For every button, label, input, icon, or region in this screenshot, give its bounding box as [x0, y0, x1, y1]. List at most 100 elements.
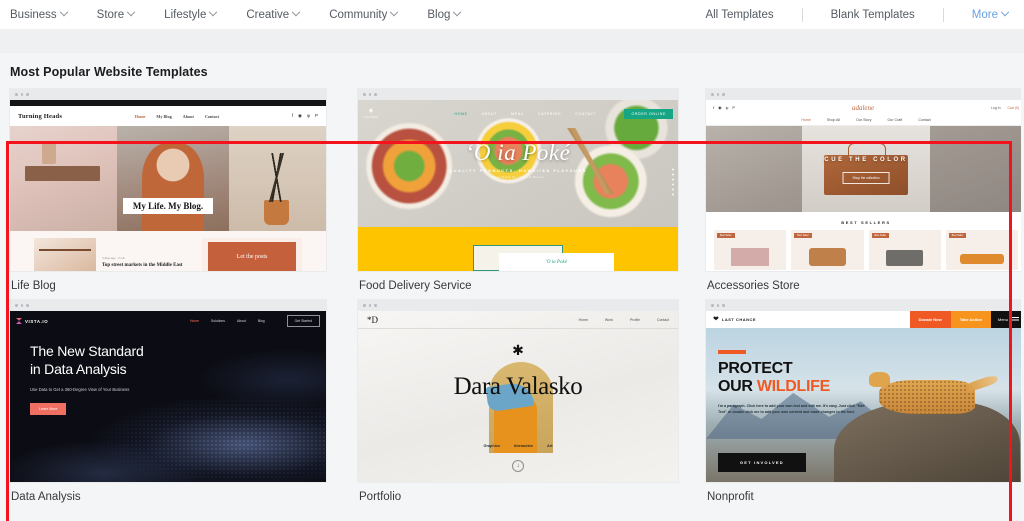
product-image	[808, 248, 847, 266]
site-menu-item: Home	[189, 319, 200, 323]
site-preview: ⚘ 'O IA POKÉ HOME ABOUT MENU CATERING CO…	[358, 100, 678, 271]
template-card-data-analysis[interactable]: VISTA.IO Home Solutions About Blog Get S…	[10, 300, 326, 503]
nav-item-business[interactable]: Business	[10, 7, 68, 21]
site-menu-item: Home	[801, 118, 811, 122]
template-card-portfolio[interactable]: *D Home Work Profile Contact ✱ Dara Vala…	[358, 300, 678, 503]
site-logo: Turning Heads	[18, 112, 63, 120]
site-preview: VISTA.IO Home Solutions About Blog Get S…	[10, 311, 326, 482]
site-menu: Home My Blog About Contact	[135, 114, 219, 119]
nav-item-more[interactable]: More	[972, 7, 1010, 21]
hero-subtitle: QUALITY PRODUCTS, HAWAIIAN FLAVOURS	[449, 169, 587, 173]
hamburger-icon	[1012, 317, 1019, 322]
chevron-down-icon	[291, 7, 301, 16]
site-menu-item: About	[236, 319, 246, 323]
hero-headline-line1: The New Standard	[30, 343, 144, 359]
site-preview: *D Home Work Profile Contact ✱ Dara Vala…	[358, 311, 678, 482]
get-started-button: Get Started	[286, 315, 320, 327]
social-icons: f ◉ ѱ P	[292, 113, 318, 119]
cta-wrap: Let the posts	[202, 237, 302, 271]
template-thumbnail[interactable]: VISTA.IO Home Solutions About Blog Get S…	[10, 300, 326, 482]
nav-divider	[801, 7, 803, 22]
nav-item-blank-templates[interactable]: Blank Templates	[831, 9, 915, 21]
site-menu-item: Home	[134, 113, 146, 119]
site-menu-item: CATERING	[538, 112, 562, 116]
headline-our: OUR	[718, 377, 757, 395]
order-online-button: ORDER ONLINE	[624, 109, 673, 119]
nav-divider	[942, 7, 944, 22]
menu-label: Menu	[997, 317, 1008, 322]
site-menu-item: Work	[604, 317, 614, 322]
site-menu-item: MENU	[511, 112, 525, 116]
site-menu-item: Contact	[656, 317, 669, 322]
site-logo-text: VISTA.IO	[25, 318, 49, 324]
site-menu-item: Contact	[204, 113, 220, 119]
hero-photo-portrait	[117, 126, 230, 231]
site-logo: *D	[367, 314, 378, 325]
site-nav: VISTA.IO Home Solutions About Blog Get S…	[10, 315, 326, 327]
hero-photo-desk	[10, 126, 118, 231]
menu-card-text: 'O ia Poké	[545, 259, 567, 265]
pinterest-icon: P	[732, 105, 736, 110]
template-card-accessories-store[interactable]: f ◉ ѱ P adalene Log In Cart (0) Home Sho…	[706, 89, 1024, 292]
browser-chrome-bar	[706, 300, 1024, 311]
product-tile: Best Seller	[945, 230, 1018, 270]
account-links: Log In Cart (0)	[991, 106, 1019, 110]
template-thumbnail[interactable]: f ◉ ѱ P adalene Log In Cart (0) Home Sho…	[706, 89, 1024, 271]
post-title: Top street markets in the Middle East	[102, 262, 183, 268]
site-menu-item: My Blog	[156, 113, 172, 119]
browser-chrome-bar	[706, 89, 1024, 100]
site-preview: Turning Heads Home My Blog About Contact…	[10, 100, 326, 271]
template-card-label: Accessories Store	[707, 280, 800, 292]
site-menu: Home Solutions About Blog Get Started	[190, 315, 320, 327]
nav-item-label: Business	[10, 8, 57, 21]
nav-item-label: Lifestyle	[164, 8, 207, 21]
nav-actions: Donate Now Take Action Menu	[909, 311, 1024, 328]
cheetah-photo	[869, 371, 975, 415]
hero-copy: The New Standard in Data Analysis Use Da…	[30, 343, 144, 415]
hero-title: CUE THE COLOR	[824, 156, 908, 163]
tag-graphics: Graphics	[483, 443, 500, 448]
site-preview: ❤ LAST CHANCE Donate Now Take Action Men…	[706, 311, 1024, 482]
nav-item-community[interactable]: Community	[329, 7, 399, 21]
chevron-down-icon	[1000, 7, 1010, 16]
nav-item-creative[interactable]: Creative	[246, 7, 301, 21]
product-badge: Best Seller	[794, 233, 812, 238]
template-card-nonprofit[interactable]: ❤ LAST CHANCE Donate Now Take Action Men…	[706, 300, 1024, 503]
post-text: 4 days ago · 2 min Top street markets in…	[102, 244, 196, 270]
hero-subtitle: Use Data to Get a 360-Degree View of You…	[30, 386, 130, 392]
hero-name: Dara Valasko	[453, 372, 583, 400]
template-card-food-delivery[interactable]: ⚘ 'O IA POKÉ HOME ABOUT MENU CATERING CO…	[358, 89, 678, 292]
nav-item-blog[interactable]: Blog	[427, 7, 462, 21]
site-menu-item: Solutions	[211, 319, 225, 323]
site-menu: Home Work Profile Contact	[579, 318, 669, 322]
site-menu-item: HOME	[454, 112, 468, 116]
template-card-label: Life Blog	[11, 280, 56, 292]
template-thumbnail[interactable]: ❤ LAST CHANCE Donate Now Take Action Men…	[706, 300, 1024, 482]
nav-subbar	[0, 29, 1024, 53]
browser-chrome-bar	[358, 89, 678, 100]
product-image	[731, 248, 769, 266]
template-card-life-blog[interactable]: Turning Heads Home My Blog About Contact…	[10, 89, 326, 292]
template-thumbnail[interactable]: ⚘ 'O IA POKÉ HOME ABOUT MENU CATERING CO…	[358, 89, 678, 271]
tag-interactive: Interactive	[513, 443, 533, 448]
nav-item-store[interactable]: Store	[96, 7, 136, 21]
tag-art: Art	[546, 443, 553, 448]
site-menu: HOME ABOUT MENU CATERING CONTACT ORDER O…	[454, 109, 673, 119]
nav-item-all-templates[interactable]: All Templates	[705, 9, 773, 21]
chevron-down-icon	[209, 7, 218, 16]
site-logo: VISTA.IO	[16, 318, 48, 324]
site-menu: Home Shop All Our Story Our Craft Contac…	[706, 115, 1024, 126]
top-navigation-bar: Business Store Lifestyle Creative Commun…	[0, 0, 1024, 29]
template-thumbnail[interactable]: Turning Heads Home My Blog About Contact…	[10, 89, 326, 271]
social-icons: f ◉ ѱ P	[713, 105, 735, 110]
utility-nav: All Templates Blank Templates More	[705, 7, 1010, 22]
product-tile: Best Seller	[791, 230, 864, 270]
template-thumbnail[interactable]: *D Home Work Profile Contact ✱ Dara Vala…	[358, 300, 678, 482]
hero-headline-wrap: My Life. My Blog.	[10, 196, 326, 214]
site-cta-button: Let the posts	[208, 241, 296, 271]
post-thumbnail	[34, 237, 96, 271]
nav-item-lifestyle[interactable]: Lifestyle	[164, 7, 218, 21]
product-image	[885, 250, 924, 266]
nav-item-label: Store	[96, 8, 125, 21]
get-involved-button: GET INVOLVED	[718, 453, 806, 472]
